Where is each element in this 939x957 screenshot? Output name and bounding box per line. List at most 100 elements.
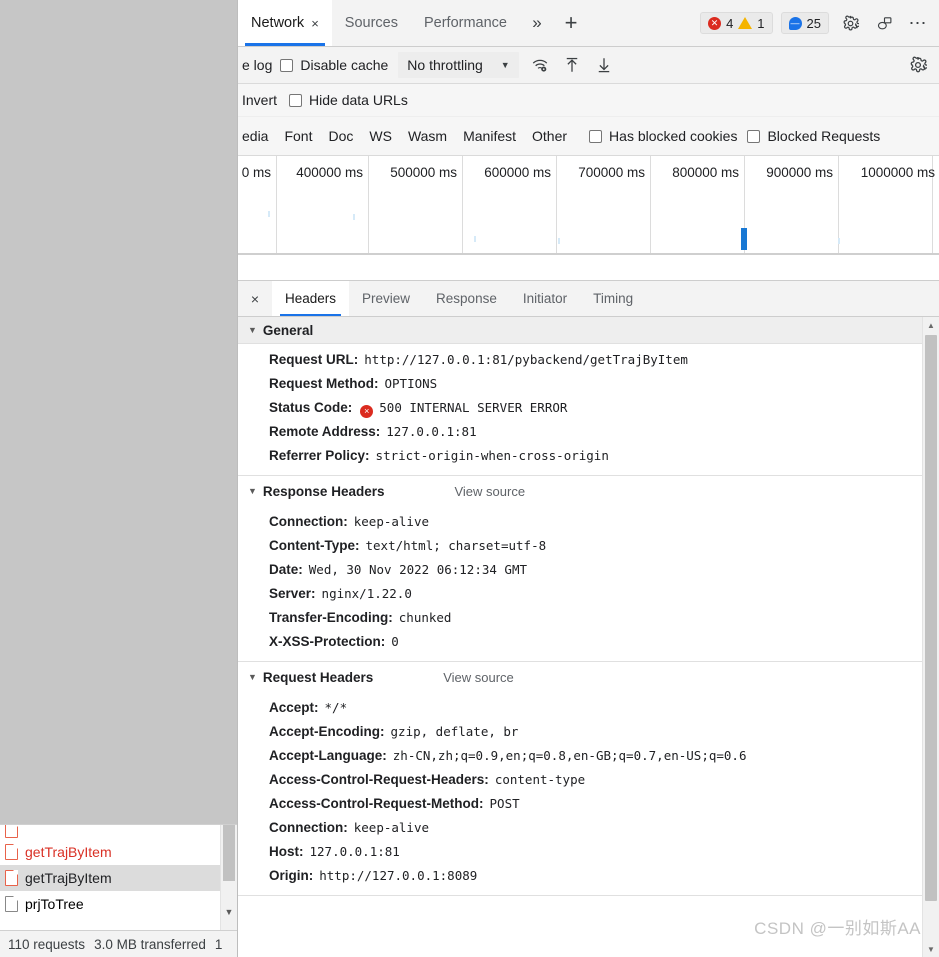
scrollbar-thumb[interactable] bbox=[925, 335, 937, 901]
devices-icon[interactable] bbox=[871, 10, 897, 36]
header-value: Wed, 30 Nov 2022 06:12:34 GMT bbox=[308, 561, 528, 577]
tab-network[interactable]: Network × bbox=[238, 0, 332, 46]
header-row: Host: 127.0.0.1:81 bbox=[238, 839, 939, 863]
filter-manifest[interactable]: Manifest bbox=[455, 126, 524, 146]
error-icon: ✕ bbox=[708, 16, 722, 30]
timeline-tick-label: 700000 ms bbox=[578, 165, 645, 180]
tab-timing[interactable]: Timing bbox=[580, 281, 646, 316]
invert-label[interactable]: Invert bbox=[238, 92, 285, 108]
filter-font[interactable]: Font bbox=[276, 126, 320, 146]
blocked-requests-label: Blocked Requests bbox=[767, 128, 881, 144]
section-response-headers-header[interactable]: ▼ Response Headers View source bbox=[238, 476, 939, 506]
hide-data-urls-checkbox[interactable]: Hide data URLs bbox=[289, 92, 418, 108]
timeline-tick-label: 0 ms bbox=[241, 165, 271, 180]
header-value: keep-alive bbox=[353, 513, 430, 529]
tab-performance[interactable]: Performance bbox=[411, 0, 520, 46]
issues-counter-group[interactable]: ✕ 4 1 bbox=[700, 12, 773, 34]
gear-icon[interactable] bbox=[837, 10, 863, 36]
header-row-status: Status Code: × 500 INTERNAL SERVER ERROR bbox=[238, 395, 939, 419]
section-response-headers-rows: Connection: keep-alive Content-Type: tex… bbox=[238, 506, 939, 661]
header-value: zh-CN,zh;q=0.9,en;q=0.8,en-GB;q=0.7,en-U… bbox=[392, 747, 747, 763]
headers-content: ▼ General Request URL: http://127.0.0.1:… bbox=[238, 317, 939, 957]
timeline-tick-label: 400000 ms bbox=[296, 165, 363, 180]
timeline-faint-mark bbox=[353, 214, 355, 220]
hide-data-urls-label: Hide data URLs bbox=[309, 92, 408, 108]
scrollbar-thumb[interactable] bbox=[223, 825, 235, 881]
tab-headers-label: Headers bbox=[285, 291, 337, 306]
header-value: http://127.0.0.1:81/pybackend/getTrajByI… bbox=[364, 351, 688, 367]
has-blocked-cookies-checkbox[interactable]: Has blocked cookies bbox=[589, 128, 747, 144]
warning-icon bbox=[738, 17, 753, 29]
network-overview-timeline[interactable]: 0 ms 400000 ms 500000 ms 600000 ms 70000… bbox=[238, 156, 939, 255]
header-row: Content-Type: text/html; charset=utf-8 bbox=[238, 533, 939, 557]
section-request-headers-title: Request Headers bbox=[262, 669, 374, 685]
filter-media[interactable]: edia bbox=[238, 126, 276, 146]
checkbox-box bbox=[280, 58, 294, 72]
header-key: Access-Control-Request-Headers: bbox=[269, 771, 489, 787]
timeline-gridline bbox=[462, 156, 463, 254]
network-settings-gear-icon[interactable] bbox=[905, 52, 939, 78]
header-key: Origin: bbox=[269, 867, 314, 883]
messages-counter-group[interactable]: — 25 bbox=[780, 12, 829, 34]
checkbox-box bbox=[589, 129, 603, 143]
header-row: Accept-Encoding: gzip, deflate, br bbox=[238, 719, 939, 743]
filter-other[interactable]: Other bbox=[524, 126, 575, 146]
list-item[interactable]: prjToTree bbox=[0, 891, 237, 917]
disable-cache-checkbox[interactable]: Disable cache bbox=[280, 57, 398, 73]
timeline-gridline bbox=[650, 156, 651, 254]
import-har-icon[interactable] bbox=[559, 52, 585, 78]
timeline-baseline bbox=[238, 253, 939, 254]
view-source-link[interactable]: View source bbox=[443, 670, 514, 685]
scroll-down-arrow-icon[interactable]: ▼ bbox=[923, 941, 939, 957]
document-icon bbox=[5, 825, 18, 838]
scroll-up-arrow-icon[interactable]: ▲ bbox=[923, 317, 939, 333]
network-conditions-icon[interactable] bbox=[527, 52, 553, 78]
list-item[interactable] bbox=[0, 825, 237, 839]
request-list[interactable]: getTrajByItem getTrajByItem prjToTree ▼ bbox=[0, 824, 237, 930]
header-key: Accept-Encoding: bbox=[269, 723, 385, 739]
filter-doc[interactable]: Doc bbox=[320, 126, 361, 146]
timeline-tick-label: 800000 ms bbox=[672, 165, 739, 180]
header-value: 127.0.0.1:81 bbox=[309, 843, 400, 859]
disable-cache-label: Disable cache bbox=[300, 57, 389, 73]
header-value: keep-alive bbox=[353, 819, 430, 835]
filter-ws[interactable]: WS bbox=[361, 126, 400, 146]
close-detail-icon[interactable]: × bbox=[238, 281, 272, 316]
timeline-tick-label: 900000 ms bbox=[766, 165, 833, 180]
timeline-gridline bbox=[276, 156, 277, 254]
scroll-down-arrow-icon[interactable]: ▼ bbox=[221, 904, 237, 920]
tab-preview[interactable]: Preview bbox=[349, 281, 423, 316]
more-tabs-icon[interactable]: » bbox=[520, 0, 554, 46]
section-request-headers-header[interactable]: ▼ Request Headers View source bbox=[238, 662, 939, 692]
section-response-headers: ▼ Response Headers View source Connectio… bbox=[238, 476, 939, 662]
tab-response-label: Response bbox=[436, 291, 497, 306]
section-general-header[interactable]: ▼ General bbox=[238, 317, 939, 344]
new-tab-icon[interactable]: + bbox=[554, 0, 588, 46]
tab-sources[interactable]: Sources bbox=[332, 0, 411, 46]
close-icon[interactable]: × bbox=[311, 17, 319, 30]
preserve-log-label[interactable]: e log bbox=[238, 57, 280, 73]
section-general: ▼ General Request URL: http://127.0.0.1:… bbox=[238, 317, 939, 476]
message-icon: — bbox=[788, 16, 802, 30]
blocked-requests-checkbox[interactable]: Blocked Requests bbox=[747, 128, 890, 144]
list-item[interactable]: getTrajByItem bbox=[0, 839, 237, 865]
resources-size-partial: 1 bbox=[214, 936, 223, 952]
header-value: OPTIONS bbox=[384, 375, 438, 391]
throttling-dropdown[interactable]: No throttling ▼ bbox=[398, 52, 519, 78]
document-icon bbox=[5, 870, 18, 886]
header-row: Referrer Policy: strict-origin-when-cros… bbox=[238, 443, 939, 467]
request-list-scrollbar[interactable]: ▼ bbox=[220, 825, 237, 930]
timeline-request-bar[interactable] bbox=[741, 228, 747, 250]
export-har-icon[interactable] bbox=[591, 52, 617, 78]
header-key: Content-Type: bbox=[269, 537, 360, 553]
tab-headers[interactable]: Headers bbox=[272, 281, 350, 316]
tab-response[interactable]: Response bbox=[423, 281, 510, 316]
list-item[interactable]: getTrajByItem bbox=[0, 865, 237, 891]
header-key: Accept-Language: bbox=[269, 747, 387, 763]
detail-vertical-scrollbar[interactable]: ▲ ▼ bbox=[922, 317, 939, 957]
view-source-link[interactable]: View source bbox=[454, 484, 525, 499]
overflow-menu-icon[interactable]: ⋯ bbox=[905, 10, 931, 36]
header-value: */* bbox=[324, 699, 348, 715]
filter-wasm[interactable]: Wasm bbox=[400, 126, 455, 146]
tab-initiator[interactable]: Initiator bbox=[510, 281, 580, 316]
